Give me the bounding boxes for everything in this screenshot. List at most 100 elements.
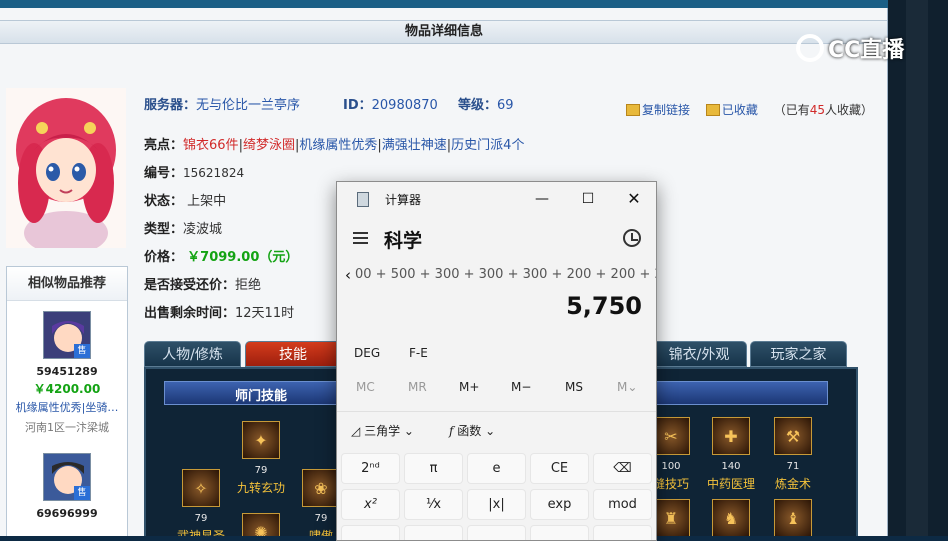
number-label: 编号： xyxy=(144,166,184,181)
skill-icon[interactable]: ✂ xyxy=(652,417,690,455)
top-bar xyxy=(0,0,948,8)
bargain-label: 是否接受还价： xyxy=(144,278,236,293)
highlights-label: 亮点： xyxy=(144,138,184,153)
page-title: 物品详细信息 xyxy=(0,20,887,44)
character-thumbnail[interactable]: 售 xyxy=(43,453,91,501)
exp-button[interactable]: exp xyxy=(530,489,589,520)
status-value: 上架中 xyxy=(187,194,227,209)
fe-button[interactable]: F-E xyxy=(409,338,428,368)
memory-add-button[interactable]: M+ xyxy=(459,372,479,402)
function-label: 函数 xyxy=(457,424,482,438)
trig-dropdown[interactable]: ◿ 三角学 ⌄ xyxy=(351,422,414,439)
scrollbar-track[interactable] xyxy=(906,0,928,536)
skill-icon[interactable]: ✦ xyxy=(242,421,280,459)
type-value: 凌波城 xyxy=(183,222,223,237)
calculator-titlebar[interactable]: 计算器 — ☐ ✕ xyxy=(337,182,656,216)
price-value: ￥7099.00（元） xyxy=(187,250,299,265)
memory-row: MC MR M+ M− MS M⌄ xyxy=(337,372,656,402)
favorite-icon xyxy=(705,104,720,116)
pi-button[interactable]: π xyxy=(404,453,463,484)
skill-level: 71 xyxy=(786,461,800,472)
ce-button[interactable]: CE xyxy=(530,453,589,484)
similar-item-id: 69696999 xyxy=(36,507,98,520)
skills-header-label: 师门技能 xyxy=(235,389,288,404)
fav-count-suffix: 人收藏） xyxy=(824,103,873,117)
scroll-left-icon[interactable]: ‹ xyxy=(345,266,351,284)
tab-outfit[interactable]: 锦衣/外观 xyxy=(651,341,747,367)
highlight-item: 满强壮神速 xyxy=(381,138,447,153)
remaining-label: 出售剩余时间： xyxy=(144,306,236,321)
calc-button[interactable] xyxy=(341,525,400,540)
memory-list-button[interactable]: M⌄ xyxy=(617,372,637,402)
square-button[interactable]: x² xyxy=(341,489,400,520)
skill-icon[interactable]: ♞ xyxy=(712,499,750,536)
menu-icon[interactable] xyxy=(353,232,368,244)
similar-item[interactable]: 售 69696999 xyxy=(7,453,127,520)
server-label: 服务器： xyxy=(144,98,197,113)
memory-clear-button[interactable]: MC xyxy=(356,372,375,402)
calc-button[interactable] xyxy=(467,525,526,540)
skill-icon[interactable]: ❀ xyxy=(302,469,340,507)
deg-button[interactable]: DEG xyxy=(354,338,380,368)
highlight-item: 机缘属性优秀 xyxy=(299,138,378,153)
similar-item-desc[interactable]: 机缘属性优秀|坐骑… xyxy=(8,399,126,415)
remaining-value: 12天11时 xyxy=(235,306,295,321)
type-label: 类型： xyxy=(144,222,184,237)
skill-name: 中药医理 xyxy=(706,477,755,491)
character-thumbnail[interactable]: 售 xyxy=(43,311,91,359)
fav-count: 45 xyxy=(809,103,825,117)
highlight-item: 绮梦泳圈 xyxy=(242,138,295,153)
close-icon[interactable]: ✕ xyxy=(611,182,656,216)
mod-button[interactable]: mod xyxy=(593,489,652,520)
tab-character[interactable]: 人物/修炼 xyxy=(144,341,241,367)
e-button[interactable]: e xyxy=(467,453,526,484)
level-value: 69 xyxy=(497,98,514,113)
memory-subtract-button[interactable]: M− xyxy=(511,372,531,402)
number-value: 15621824 xyxy=(183,166,245,180)
skill-icon[interactable]: ✚ xyxy=(712,417,750,455)
calculator-title: 计算器 xyxy=(385,193,422,207)
skill-icon[interactable]: ♜ xyxy=(652,499,690,536)
skill-level: 140 xyxy=(721,461,741,472)
calc-button[interactable] xyxy=(593,525,652,540)
right-strip xyxy=(888,0,948,536)
skill-icon[interactable]: ♝ xyxy=(774,499,812,536)
reciprocal-button[interactable]: ¹⁄x xyxy=(404,489,463,520)
angle-row: DEG F-E xyxy=(337,338,656,368)
expression-display: ‹ 00 + 500 + 300 + 300 + 300 + 200 + 200… xyxy=(337,266,656,286)
skill-level: 79 xyxy=(254,465,268,476)
cc-live-watermark: CC直播 xyxy=(796,32,904,64)
function-dropdown[interactable]: f 函数 ⌄ xyxy=(449,422,495,439)
tab-skills[interactable]: 技能 xyxy=(245,341,341,367)
memory-store-button[interactable]: MS xyxy=(565,372,583,402)
price-label: 价格： xyxy=(144,250,184,265)
skill-icon[interactable]: ✺ xyxy=(242,513,280,536)
backspace-button[interactable]: ⌫ xyxy=(593,453,652,484)
abs-button[interactable]: |x| xyxy=(467,489,526,520)
favorited-button[interactable]: 已收藏 xyxy=(722,103,758,117)
trig-label: 三角学 xyxy=(364,424,401,438)
sale-badge: 售 xyxy=(74,344,90,358)
calculator-app-icon xyxy=(357,192,369,207)
status-label: 状态： xyxy=(144,194,184,209)
history-icon[interactable] xyxy=(623,229,641,247)
link-icon xyxy=(626,104,640,116)
server-value: 无与伦比一兰亭序 xyxy=(196,98,301,113)
skill-icon[interactable]: ✧ xyxy=(182,469,220,507)
watermark-text: CC直播 xyxy=(828,38,905,63)
item-actions: 复制链接 已收藏 （已有45人收藏） xyxy=(626,101,873,118)
minimize-icon[interactable]: — xyxy=(519,182,565,216)
skill-name: 九转玄功 xyxy=(236,481,285,495)
function-icon: f xyxy=(449,424,454,438)
highlights-row: 亮点：锦衣66件|绮梦泳圈|机缘属性优秀|满强壮神速|历史门派4个 xyxy=(144,138,525,153)
similar-item[interactable]: 售 59451289 ￥4200.00 机缘属性优秀|坐骑… 河南1区一汴梁城 xyxy=(7,311,127,435)
cc-logo-icon xyxy=(796,34,824,62)
memory-recall-button[interactable]: MR xyxy=(408,372,427,402)
maximize-icon[interactable]: ☐ xyxy=(565,182,611,216)
second-button[interactable]: 2ⁿᵈ xyxy=(341,453,400,484)
calc-button[interactable] xyxy=(404,525,463,540)
tab-home[interactable]: 玩家之家 xyxy=(750,341,847,367)
calc-button[interactable] xyxy=(530,525,589,540)
skill-icon[interactable]: ⚒ xyxy=(774,417,812,455)
copy-link-button[interactable]: 复制链接 xyxy=(642,103,690,117)
